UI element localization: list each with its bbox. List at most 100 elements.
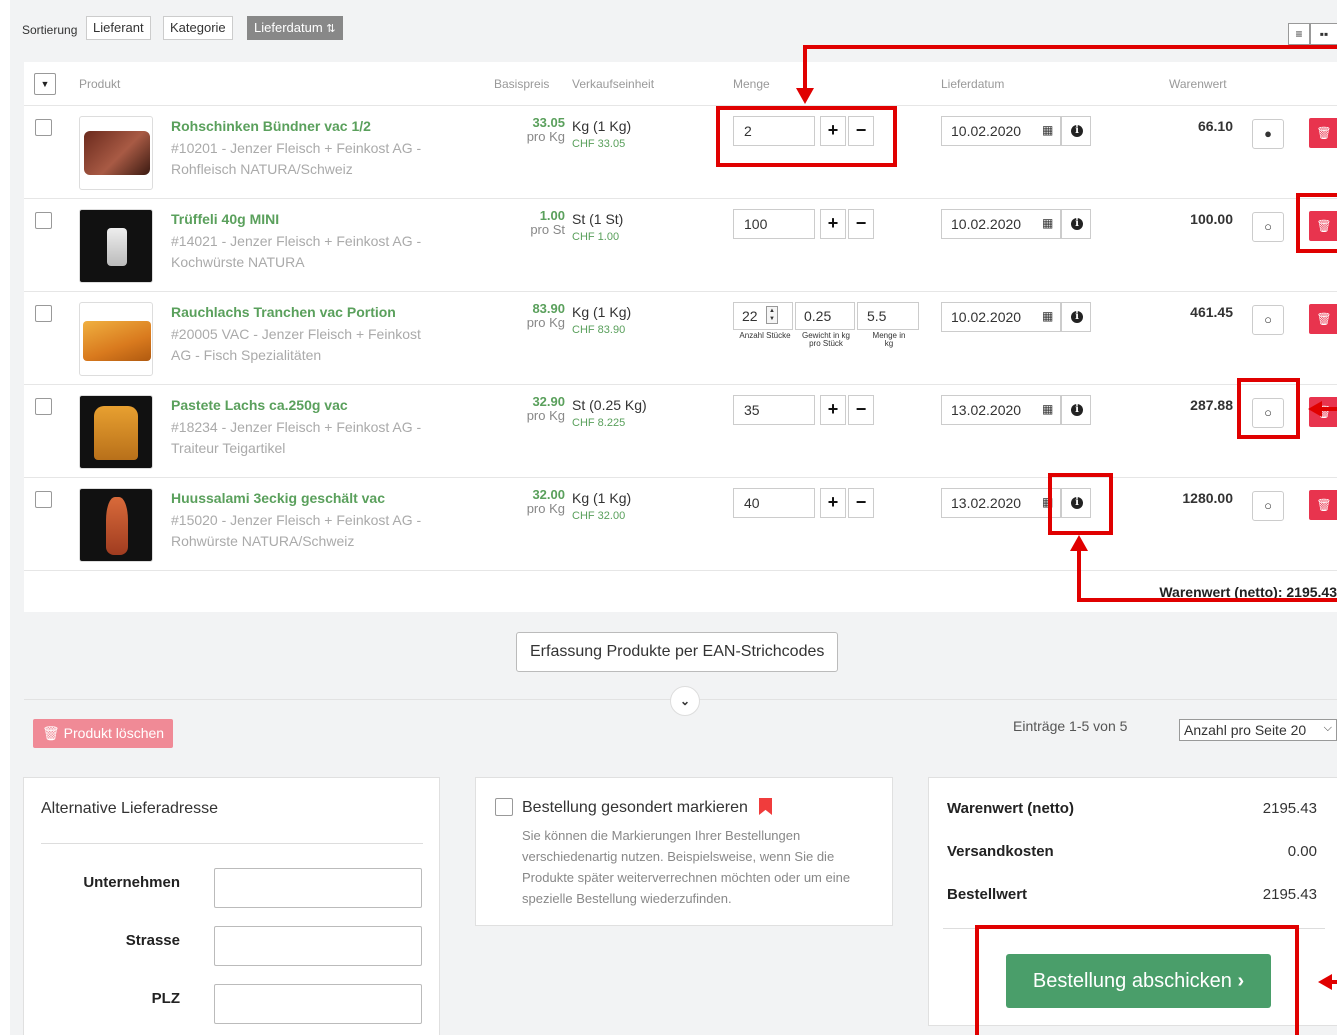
delete-icon[interactable]: 🗑 xyxy=(1309,304,1337,334)
product-image xyxy=(79,395,153,469)
zip-field[interactable] xyxy=(214,984,422,1024)
goods-value: 287.88 xyxy=(1190,397,1233,413)
pieces-input[interactable]: 22 xyxy=(733,302,793,330)
total-row: Warenwert (netto): 2195.43 xyxy=(24,572,1337,612)
list-view-icon[interactable]: ≡ xyxy=(1288,23,1310,45)
pieces-spinner[interactable]: ▲ ▼ xyxy=(766,306,778,324)
summary-net-label: Warenwert (netto) xyxy=(947,800,1074,817)
header-sales-unit: Verkaufseinheit xyxy=(572,77,655,91)
kg-input[interactable]: 5.5 xyxy=(857,302,919,330)
comment-icon[interactable]: ○ xyxy=(1252,212,1284,242)
ean-button[interactable]: Erfassung Produkte per EAN-Strichcodes xyxy=(516,632,839,672)
zip-label: PLZ xyxy=(151,990,180,1007)
calendar-icon[interactable]: ▦ xyxy=(1042,402,1053,416)
row-checkbox[interactable] xyxy=(35,398,52,415)
row-checkbox[interactable] xyxy=(35,491,52,508)
divider xyxy=(41,843,423,844)
comment-icon[interactable]: ○ xyxy=(1252,491,1284,521)
info-button[interactable]: i xyxy=(1061,302,1091,332)
increment-button[interactable]: + xyxy=(820,395,846,425)
product-description: #10201 - Jenzer Fleisch + Feinkost AG - … xyxy=(171,140,422,177)
sales-unit-price: CHF 1.00 xyxy=(572,231,620,243)
bookmark-icon xyxy=(759,798,772,815)
header-base-price: Basispreis xyxy=(494,77,550,91)
row-checkbox[interactable] xyxy=(35,305,52,322)
weight-input[interactable]: 0.25 xyxy=(795,302,855,330)
delete-icon[interactable]: 🗑 xyxy=(1309,490,1337,520)
product-description: #18234 - Jenzer Fleisch + Feinkost AG - … xyxy=(171,419,422,456)
summary-total-value: 2195.43 xyxy=(1262,886,1317,903)
mark-order-checkbox[interactable] xyxy=(495,798,513,816)
price-unit: pro Kg xyxy=(526,408,565,423)
pieces-value: 22 xyxy=(742,308,758,324)
annotation-info-box xyxy=(1048,473,1113,535)
product-image xyxy=(79,488,153,562)
grid-view-icon[interactable]: ▪▪ xyxy=(1310,23,1337,45)
chevron-down-icon[interactable]: ⌄ xyxy=(670,686,700,716)
annotation-arrow-head xyxy=(1070,535,1088,551)
sales-unit-price: CHF 8.225 xyxy=(572,417,626,429)
sort-supplier-button[interactable]: Lieferant xyxy=(86,16,151,40)
info-button[interactable]: i xyxy=(1061,116,1091,146)
comment-icon[interactable]: ○ xyxy=(1252,305,1284,335)
product-name[interactable]: Rauchlachs Tranchen vac Portion xyxy=(171,304,396,320)
summary-shipping: Versandkosten 0.00 xyxy=(947,843,1327,860)
comment-filled-icon[interactable]: ● xyxy=(1252,119,1284,149)
price-unit: pro St xyxy=(530,222,565,237)
quantity-input[interactable]: 40 xyxy=(733,488,815,518)
annotation-submit-box xyxy=(975,925,1299,1035)
info-button[interactable]: i xyxy=(1061,395,1091,425)
summary-total: Bestellwert 2195.43 xyxy=(947,886,1327,903)
company-field[interactable] xyxy=(214,868,422,908)
goods-value: 100.00 xyxy=(1190,211,1233,227)
select-all-dropdown[interactable]: ▼ xyxy=(34,73,56,95)
goods-value: 66.10 xyxy=(1197,118,1233,134)
info-icon: i xyxy=(1071,404,1083,416)
product-name[interactable]: Rohschinken Bündner vac 1/2 xyxy=(171,118,371,134)
delete-products-label: Produkt löschen xyxy=(63,725,165,741)
increment-button[interactable]: + xyxy=(820,209,846,239)
decrement-button[interactable]: − xyxy=(848,488,874,518)
product-description: #15020 - Jenzer Fleisch + Feinkost AG - … xyxy=(171,512,422,549)
street-field[interactable] xyxy=(214,926,422,966)
quantity-input[interactable]: 100 xyxy=(733,209,815,239)
decrement-button[interactable]: − xyxy=(848,209,874,239)
base-price: 83.90 pro Kg xyxy=(527,302,565,330)
product-name[interactable]: Trüffeli 40g MINI xyxy=(171,211,279,227)
calendar-icon[interactable]: ▦ xyxy=(1042,309,1053,323)
delete-products-button[interactable]: 🗑 Produkt löschen xyxy=(33,719,174,748)
summary-net-value: 2195.43 xyxy=(1262,800,1317,817)
annotation-arrow-line xyxy=(803,45,1337,49)
sort-date-button[interactable]: Lieferdatum ⇅ xyxy=(247,16,343,40)
row-checkbox[interactable] xyxy=(35,212,52,229)
calendar-icon[interactable]: ▦ xyxy=(1042,216,1053,230)
calendar-icon[interactable]: ▦ xyxy=(1042,123,1053,137)
quantity-input[interactable]: 35 xyxy=(733,395,815,425)
per-page-select[interactable]: Anzahl pro Seite 20 ⌵ xyxy=(1179,719,1337,741)
alt-address-panel: Alternative Lieferadresse Unternehmen St… xyxy=(23,777,440,1035)
annotation-arrow-head xyxy=(1318,974,1332,990)
info-icon: i xyxy=(1071,311,1083,323)
summary-total-label: Bestellwert xyxy=(947,886,1028,903)
product-name[interactable]: Huussalami 3eckig geschält vac xyxy=(171,490,385,506)
info-button[interactable]: i xyxy=(1061,209,1091,239)
mark-order-label: Bestellung gesondert markieren xyxy=(522,799,748,816)
delete-icon[interactable]: 🗑 xyxy=(1309,118,1337,148)
table-row: Huussalami 3eckig geschält vac #15020 - … xyxy=(24,478,1337,571)
price-unit: pro Kg xyxy=(526,129,565,144)
sort-category-button[interactable]: Kategorie xyxy=(163,16,233,40)
kg-label: Menge in kg xyxy=(872,331,906,348)
price-unit: pro Kg xyxy=(526,315,565,330)
decrement-button[interactable]: − xyxy=(848,395,874,425)
base-price: 33.05 pro Kg xyxy=(527,116,565,144)
sales-unit: St (1 St) xyxy=(572,211,624,227)
summary-shipping-label: Versandkosten xyxy=(947,843,1054,860)
company-label: Unternehmen xyxy=(83,874,180,891)
product-image xyxy=(79,116,153,190)
product-name[interactable]: Pastete Lachs ca.250g vac xyxy=(171,397,348,413)
product-table: ▼ Produkt Basispreis Verkaufseinheit Men… xyxy=(24,62,1337,572)
select-chevron-icon: ⌵ xyxy=(1323,722,1332,734)
product-description: #14021 - Jenzer Fleisch + Feinkost AG - … xyxy=(171,233,422,270)
increment-button[interactable]: + xyxy=(820,488,846,518)
row-checkbox[interactable] xyxy=(35,119,52,136)
